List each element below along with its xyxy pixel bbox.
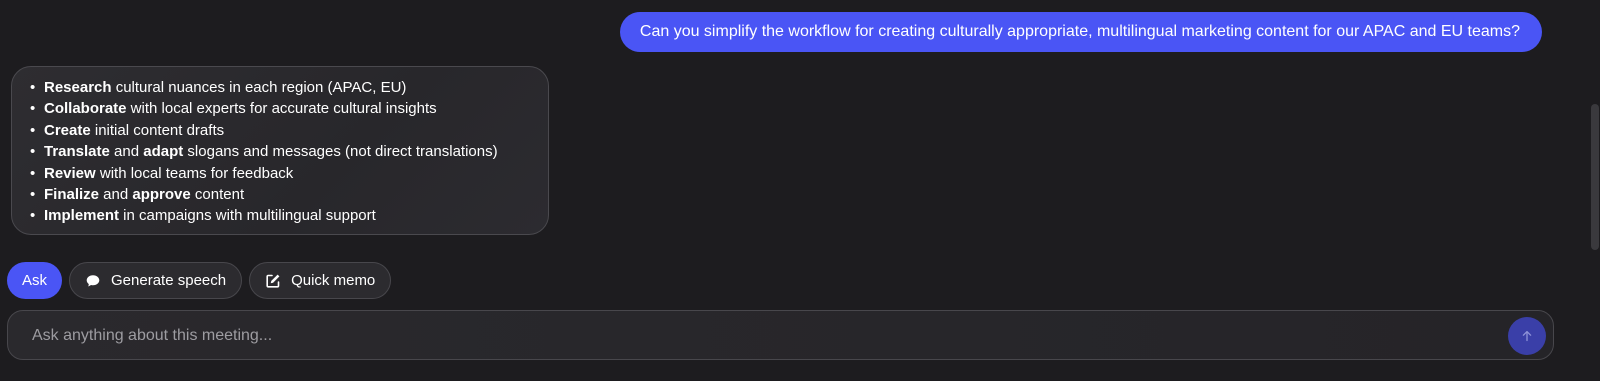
- generate-speech-label: Generate speech: [111, 272, 227, 289]
- ask-input[interactable]: [30, 311, 1494, 361]
- bullet-icon: •: [30, 207, 36, 225]
- reply-list-item: • Translate and adapt slogans and message…: [30, 141, 532, 162]
- reply-keyword: Research: [44, 79, 112, 96]
- meeting-chat-panel: Can you simplify the workflow for creati…: [0, 0, 1600, 381]
- reply-keyword: Translate: [44, 143, 110, 161]
- reply-keyword: Create: [44, 121, 91, 139]
- reply-text: content: [190, 186, 245, 204]
- reply-text: and: [109, 143, 144, 161]
- reply-bullet-list: • Research cultural nuances in each regio…: [30, 77, 532, 227]
- reply-list-item: • Review with local teams for feedback: [30, 163, 532, 184]
- reply-text: slogans and messages (not direct transla…: [183, 143, 498, 161]
- reply-list-item: • Collaborate with local experts for accu…: [30, 98, 532, 119]
- bullet-icon: •: [30, 79, 36, 96]
- user-message-bubble: Can you simplify the workflow for creati…: [619, 12, 1542, 52]
- send-button[interactable]: [1508, 317, 1546, 355]
- reply-text: in campaigns with multilingual support: [119, 207, 376, 225]
- speech-bubble-icon: [84, 272, 102, 290]
- reply-keyword: Review: [44, 164, 96, 182]
- bullet-icon: •: [30, 164, 36, 182]
- reply-list-item: • Research cultural nuances in each regio…: [30, 77, 532, 98]
- generate-speech-button[interactable]: Generate speech: [69, 262, 243, 299]
- assistant-reply-bubble: • Research cultural nuances in each regio…: [11, 66, 549, 235]
- quick-memo-button[interactable]: Quick memo: [249, 262, 392, 299]
- reply-keyword: Implement: [44, 207, 120, 225]
- reply-keyword: approve: [132, 186, 191, 204]
- reply-keyword: adapt: [143, 143, 184, 161]
- quick-memo-label: Quick memo: [291, 272, 376, 289]
- reply-list-item: • Create initial content drafts: [30, 120, 532, 141]
- reply-text: and: [99, 186, 133, 204]
- arrow-up-icon: [1521, 330, 1533, 342]
- user-message-text: Can you simplify the workflow for creati…: [639, 23, 1520, 40]
- reply-text: with local teams for feedback: [95, 164, 294, 182]
- bullet-icon: •: [30, 100, 36, 118]
- bullet-icon: •: [30, 121, 36, 139]
- scrollbar-thumb[interactable]: [1591, 104, 1599, 250]
- ask-button-label: Ask: [22, 272, 48, 289]
- bullet-icon: •: [30, 186, 36, 204]
- action-chips: Ask Generate speech Quick memo: [7, 262, 392, 299]
- edit-note-icon: [264, 272, 282, 290]
- reply-keyword: Finalize: [44, 186, 100, 204]
- reply-text: initial content drafts: [90, 121, 225, 139]
- bullet-icon: •: [30, 143, 36, 161]
- reply-list-item: • Implement in campaigns with multilingua…: [30, 205, 532, 226]
- ask-button[interactable]: Ask: [7, 262, 63, 299]
- reply-text: cultural nuances in each region (APAC, E…: [111, 79, 407, 96]
- reply-keyword: Collaborate: [44, 100, 127, 118]
- reply-text: with local experts for accurate cultural…: [126, 100, 437, 118]
- message-composer: [7, 310, 1554, 361]
- reply-list-item: • Finalize and approve content: [30, 184, 532, 205]
